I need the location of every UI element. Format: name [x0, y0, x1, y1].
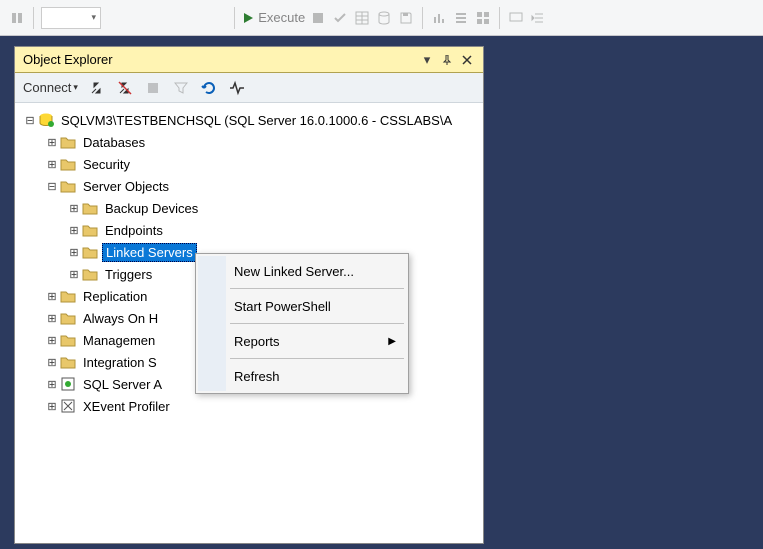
menu-label: New Linked Server...	[234, 264, 354, 279]
menu-reports[interactable]: Reports ▶	[198, 326, 406, 356]
list-icon[interactable]	[452, 9, 470, 27]
grid-icon[interactable]	[474, 9, 492, 27]
node-label: XEvent Profiler	[80, 398, 173, 415]
xevent-icon	[59, 398, 77, 414]
tree-node-backup-devices[interactable]: ⊞ Backup Devices	[19, 197, 479, 219]
node-label: SQL Server A	[80, 376, 165, 393]
table-icon[interactable]	[353, 9, 371, 27]
expand-icon[interactable]: ⊞	[67, 201, 81, 215]
panel-title: Object Explorer	[23, 52, 415, 67]
tree-node-databases[interactable]: ⊞ Databases	[19, 131, 479, 153]
main-toolbar: ▾ Execute	[0, 0, 763, 36]
filter-icon[interactable]	[172, 79, 190, 97]
tree-node-endpoints[interactable]: ⊞ Endpoints	[19, 219, 479, 241]
expand-icon[interactable]: ⊞	[45, 333, 59, 347]
node-label: Triggers	[102, 266, 155, 283]
menu-start-powershell[interactable]: Start PowerShell	[198, 291, 406, 321]
connect-object-icon[interactable]	[88, 79, 106, 97]
collapse-icon[interactable]: ⊟	[23, 113, 37, 127]
folder-icon	[59, 156, 77, 172]
panel-titlebar: Object Explorer ▾	[15, 47, 483, 73]
menu-separator	[230, 288, 404, 289]
caret-down-icon: ▾	[73, 82, 78, 93]
folder-icon	[81, 244, 99, 260]
folder-icon	[81, 222, 99, 238]
node-label: Endpoints	[102, 222, 166, 239]
folder-icon	[81, 200, 99, 216]
expand-icon[interactable]: ⊞	[45, 377, 59, 391]
node-label: Server Objects	[80, 178, 172, 195]
execute-label: Execute	[258, 10, 305, 25]
toolbar-divider	[33, 7, 34, 29]
tree-node-security[interactable]: ⊞ Security	[19, 153, 479, 175]
server-icon	[37, 112, 55, 128]
agent-icon	[59, 376, 77, 392]
submenu-arrow-icon: ▶	[388, 336, 396, 347]
toolbar-divider	[499, 7, 500, 29]
disconnect-icon[interactable]	[116, 79, 134, 97]
expand-icon[interactable]: ⊞	[45, 355, 59, 369]
menu-new-linked-server[interactable]: New Linked Server...	[198, 256, 406, 286]
save-icon[interactable]	[397, 9, 415, 27]
node-label: Security	[80, 156, 133, 173]
expand-icon[interactable]: ⊞	[45, 157, 59, 171]
comment-icon[interactable]	[507, 9, 525, 27]
stop-icon[interactable]	[309, 9, 327, 27]
expand-icon[interactable]: ⊞	[45, 399, 59, 413]
folder-icon	[59, 178, 77, 194]
menu-separator	[230, 358, 404, 359]
expand-icon[interactable]: ⊞	[67, 267, 81, 281]
caret-down-icon: ▾	[91, 12, 96, 23]
toolbar-divider	[234, 7, 235, 29]
expand-icon[interactable]: ⊞	[67, 223, 81, 237]
tree-node-server-objects[interactable]: ⊟ Server Objects	[19, 175, 479, 197]
folder-icon	[59, 332, 77, 348]
node-label: Always On H	[80, 310, 161, 327]
expand-icon[interactable]: ⊞	[67, 245, 81, 259]
toolbar-divider	[422, 7, 423, 29]
chart-icon[interactable]	[430, 9, 448, 27]
folder-icon	[59, 310, 77, 326]
collapse-icon[interactable]: ⊟	[45, 179, 59, 193]
folder-icon	[59, 288, 77, 304]
node-label: SQLVM3\TESTBENCHSQL (SQL Server 16.0.100…	[58, 112, 455, 129]
expand-icon[interactable]: ⊞	[45, 311, 59, 325]
menu-separator	[230, 323, 404, 324]
menu-label: Reports	[234, 334, 280, 349]
connect-button[interactable]: Connect ▾	[23, 80, 78, 95]
stop-icon[interactable]	[144, 79, 162, 97]
folder-icon	[59, 134, 77, 150]
refresh-icon[interactable]	[200, 79, 218, 97]
context-menu: New Linked Server... Start PowerShell Re…	[195, 253, 409, 394]
expand-icon[interactable]: ⊞	[45, 289, 59, 303]
folder-icon	[59, 354, 77, 370]
tree-node-server[interactable]: ⊟ SQLVM3\TESTBENCHSQL (SQL Server 16.0.1…	[19, 109, 479, 131]
panel-dropdown-icon[interactable]: ▾	[419, 52, 435, 68]
toolbar-dropdown[interactable]: ▾	[41, 7, 101, 29]
connect-label: Connect	[23, 80, 71, 95]
node-label: Integration S	[80, 354, 160, 371]
menu-label: Start PowerShell	[234, 299, 331, 314]
expand-icon[interactable]: ⊞	[45, 135, 59, 149]
database-icon[interactable]	[375, 9, 393, 27]
node-label: Replication	[80, 288, 150, 305]
panel-pin-icon[interactable]	[439, 52, 455, 68]
explorer-toolbar: Connect ▾	[15, 73, 483, 103]
indent-icon[interactable]	[529, 9, 547, 27]
node-label: Linked Servers	[102, 243, 197, 262]
activity-icon[interactable]	[228, 79, 246, 97]
toolbar-icon-generic[interactable]	[8, 9, 26, 27]
node-label: Managemen	[80, 332, 158, 349]
folder-icon	[81, 266, 99, 282]
node-label: Databases	[80, 134, 148, 151]
menu-refresh[interactable]: Refresh	[198, 361, 406, 391]
panel-close-icon[interactable]	[459, 52, 475, 68]
menu-label: Refresh	[234, 369, 280, 384]
check-icon[interactable]	[331, 9, 349, 27]
tree-node-xevent[interactable]: ⊞ XEvent Profiler	[19, 395, 479, 417]
node-label: Backup Devices	[102, 200, 201, 217]
execute-button[interactable]: Execute	[242, 10, 305, 25]
